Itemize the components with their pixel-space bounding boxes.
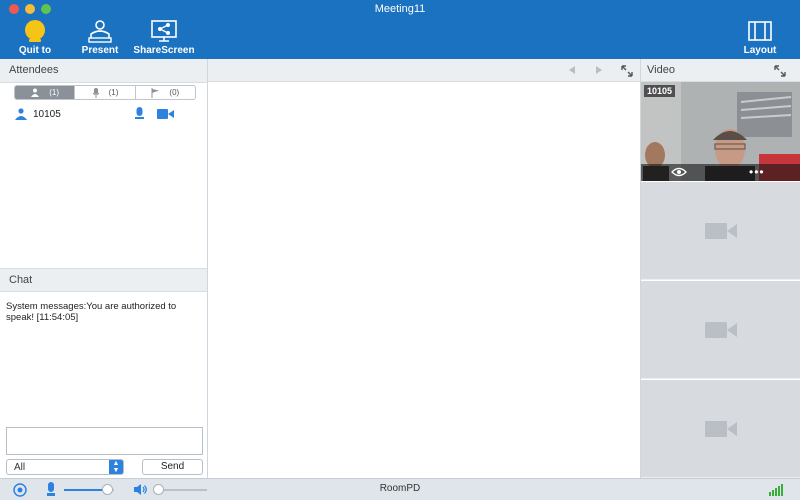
attendee-camera-icon[interactable] (157, 109, 174, 119)
chat-input[interactable] (6, 427, 203, 455)
microphone-icon (25, 20, 45, 42)
presenter-icon (88, 20, 112, 43)
video-tile-controls: ••• (641, 164, 800, 181)
flag-icon (151, 87, 160, 98)
attendee-filter-tabs: (1) (1) (0) (14, 85, 196, 100)
video-tile-label: 10105 (644, 85, 676, 97)
attendee-row[interactable]: 10105 (14, 107, 194, 121)
video-panel: Video 10105 ••• (641, 59, 800, 478)
send-button[interactable]: Send (142, 459, 203, 475)
toolbar: Meeting11 Quit to Present ShareScreen La… (0, 0, 800, 59)
tab-hand-raised-count: (0) (169, 88, 180, 97)
person-icon (31, 88, 40, 97)
document-panel (208, 59, 641, 478)
left-panel: Attendees (1) (1) (0) 10105 Chat System … (0, 59, 208, 478)
video-header-title: Video (647, 64, 675, 76)
window-title: Meeting11 (374, 3, 426, 15)
tab-all-attendees[interactable]: (1) (15, 86, 76, 99)
chat-recipient-select[interactable]: All ▲ ▼ (6, 459, 124, 475)
video-tile-empty[interactable] (641, 280, 800, 378)
more-options-icon[interactable]: ••• (749, 165, 765, 179)
signal-strength-icon (769, 484, 783, 496)
microphone-icon (92, 87, 99, 98)
video-tile-empty[interactable] (641, 181, 800, 279)
video-camera-icon (704, 321, 737, 338)
chat-system-message: System messages:You are authorized to sp… (6, 301, 177, 323)
video-camera-icon (704, 420, 737, 437)
layout-button[interactable]: Layout (738, 19, 782, 56)
attendee-mic-icon[interactable] (135, 107, 144, 120)
attendees-header: Attendees (0, 59, 207, 83)
attendees-panel: Attendees (1) (1) (0) 10105 (0, 59, 207, 268)
layout-icon (748, 21, 772, 41)
document-toolbar (208, 59, 640, 82)
tab-hand-raised[interactable]: (0) (136, 86, 195, 99)
host-person-icon (15, 108, 27, 120)
video-header: Video (641, 59, 800, 82)
fullscreen-icon[interactable] (774, 65, 786, 77)
quit-button[interactable]: Quit to (14, 19, 56, 56)
layout-label: Layout (743, 45, 777, 56)
tab-speakers[interactable]: (1) (75, 86, 136, 99)
tab-all-count: (1) (49, 88, 60, 97)
attendee-name: 10105 (33, 108, 61, 120)
previous-page-icon[interactable] (567, 65, 577, 75)
tab-speakers-count: (1) (108, 88, 119, 97)
quit-label: Quit to (18, 45, 52, 56)
status-bar: RoomPD (0, 478, 800, 500)
eye-icon[interactable] (671, 167, 687, 177)
video-tile-live[interactable]: 10105 ••• (641, 82, 800, 181)
share-screen-icon (151, 20, 177, 42)
present-label: Present (81, 45, 119, 56)
chat-recipient-value: All (14, 462, 26, 473)
fullscreen-icon[interactable] (621, 65, 633, 77)
video-camera-icon (704, 222, 737, 239)
chevron-updown-icon: ▲ ▼ (109, 460, 123, 474)
share-screen-button[interactable]: ShareScreen (130, 19, 198, 56)
room-name: RoomPD (379, 483, 421, 494)
video-tile-empty[interactable] (641, 379, 800, 477)
share-screen-label: ShareScreen (133, 45, 195, 56)
present-button[interactable]: Present (78, 19, 122, 56)
next-page-icon[interactable] (594, 65, 604, 75)
chat-header: Chat (0, 268, 207, 292)
